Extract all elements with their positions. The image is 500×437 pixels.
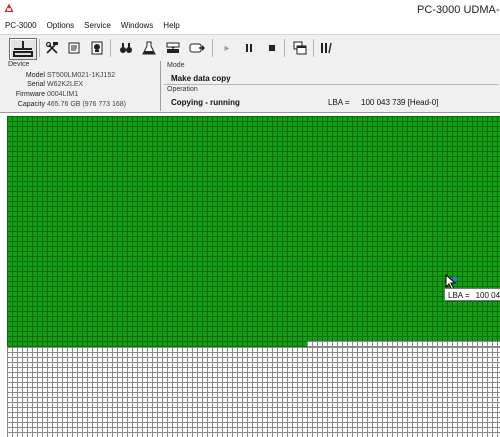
window-title: PC-3000 UDMA-E -	[417, 4, 500, 16]
sata-port-button[interactable]	[9, 38, 37, 60]
device-capacity-value: 465.76 GB (976 773 168)	[47, 101, 127, 108]
toolbar-separator	[313, 39, 314, 57]
title-bar: PC-3000 UDMA-E -	[0, 0, 500, 18]
pause-button[interactable]	[239, 38, 259, 58]
drive-copy-icon	[189, 43, 205, 53]
operation-lba-label: LBA =	[328, 98, 350, 107]
menu-windows[interactable]: Windows	[116, 21, 158, 30]
tooltip-lba-value: 100 041	[475, 291, 500, 300]
tooltip-lba-label: LBA =	[448, 291, 470, 300]
windows-button[interactable]	[290, 38, 310, 58]
play-icon: ▸	[224, 42, 230, 54]
menu-pc3000[interactable]: PC-3000	[0, 21, 42, 30]
toolbar-separator	[284, 39, 285, 57]
sector-map[interactable]	[7, 116, 500, 437]
menu-help[interactable]: Help	[158, 21, 184, 30]
device-model-value: ST500LM021-1KJ152	[47, 72, 116, 79]
sector-map-pending	[7, 347, 500, 437]
skull-icon	[91, 41, 103, 55]
windows-icon	[293, 41, 307, 55]
search-button[interactable]	[116, 38, 136, 58]
toolbar-separator	[39, 39, 40, 57]
operation-group: Operation Copying - running LBA = 100 04…	[164, 85, 498, 110]
device-firmware-key: Firmware	[15, 91, 45, 98]
device-model-key: Model	[25, 72, 45, 79]
operation-group-label: Operation	[167, 86, 198, 93]
log-button[interactable]	[64, 38, 84, 58]
device-serial-value: W62K2LEX	[47, 81, 84, 88]
stop-icon	[269, 45, 275, 51]
operation-lba-value: 100 043 739 [Head-0]	[361, 98, 439, 107]
toolbar: ▸	[0, 34, 500, 62]
device-capacity-row: Capacity 465.76 GB (976 773 168)	[2, 100, 162, 109]
columns-button[interactable]	[316, 38, 336, 58]
defects-button[interactable]	[87, 38, 107, 58]
device-serial-key: Serial	[27, 81, 45, 88]
operation-status: Copying - running	[171, 98, 240, 107]
toolbar-separator	[110, 39, 111, 57]
device-firmware-value: 0004LIM1	[47, 91, 79, 98]
device-group: Device Model ST500LM021-1KJ152 Serial W6…	[2, 61, 161, 111]
hammer-wrench-icon	[45, 41, 58, 54]
mode-value: Make data copy	[171, 74, 231, 83]
scroll-icon	[68, 42, 80, 54]
menu-service[interactable]: Service	[79, 21, 116, 30]
sector-map-copied	[7, 116, 500, 341]
pause-icon	[246, 44, 252, 52]
disk-stack-icon	[166, 42, 180, 53]
lba-tooltip: LBA = 100 041	[444, 288, 500, 301]
device-model-row: Model ST500LM021-1KJ152	[2, 71, 162, 80]
mode-group: Mode Make data copy	[164, 61, 498, 85]
flask-icon	[142, 41, 156, 55]
binoculars-icon	[120, 43, 132, 53]
play-button[interactable]: ▸	[217, 38, 237, 58]
device-firmware-row: Firmware 0004LIM1	[2, 90, 162, 99]
mode-group-label: Mode	[167, 62, 185, 69]
info-panel: Device Model ST500LM021-1KJ152 Serial W6…	[0, 60, 500, 113]
columns-icon	[321, 42, 332, 54]
device-group-label: Device	[8, 61, 30, 68]
toolbar-separator	[212, 39, 213, 57]
sata-port-icon	[13, 41, 33, 57]
pc3000-logo-icon	[4, 3, 14, 12]
menu-bar: PC-3000 Options Service Windows Help	[0, 18, 500, 33]
stop-button[interactable]	[262, 38, 282, 58]
menu-options[interactable]: Options	[42, 21, 80, 30]
device-serial-row: Serial W62K2LEX	[2, 80, 162, 89]
tests-button[interactable]	[139, 38, 159, 58]
device-capacity-key: Capacity	[17, 101, 45, 108]
disk-button[interactable]	[163, 38, 183, 58]
tools-button[interactable]	[42, 38, 62, 58]
data-copy-button[interactable]	[187, 38, 207, 58]
